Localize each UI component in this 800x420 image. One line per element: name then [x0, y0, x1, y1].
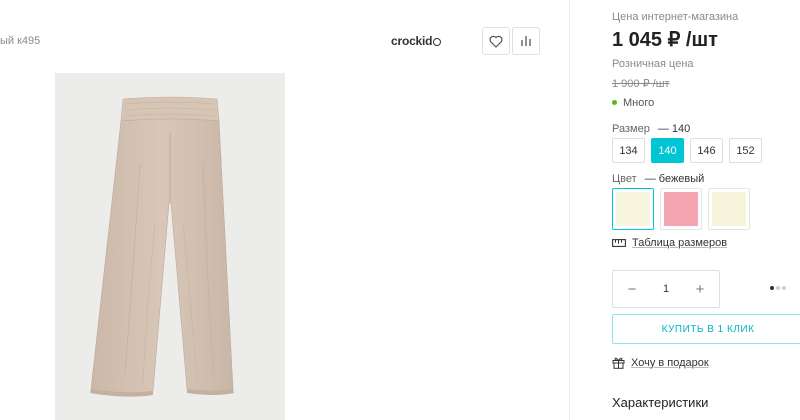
- gift-wish-link[interactable]: Хочу в подарок: [612, 356, 709, 369]
- stock-status: Много: [612, 97, 654, 109]
- product-gallery-panel: ый к495 crockid: [0, 0, 570, 420]
- online-price-label: Цена интернет-магазина: [612, 11, 739, 23]
- loading-dots-icon: [770, 286, 786, 290]
- color-swatch-fill: [712, 192, 746, 226]
- size-label: Размер — 140: [612, 123, 690, 135]
- quantity-value[interactable]: 1: [663, 283, 669, 295]
- product-photo[interactable]: [55, 73, 285, 420]
- pants-illustration: [55, 73, 285, 420]
- color-swatch-beige[interactable]: [612, 188, 654, 230]
- heart-icon: [489, 35, 503, 48]
- brand-mark-icon: [433, 37, 442, 46]
- size-label-text: Размер: [612, 123, 650, 135]
- size-selected: — 140: [657, 123, 691, 135]
- size-option-134[interactable]: 134: [612, 138, 645, 163]
- color-swatch-fill: [664, 192, 698, 226]
- color-swatch-cream[interactable]: [708, 188, 750, 230]
- color-swatch-pink[interactable]: [660, 188, 702, 230]
- gift-wish-label: Хочу в подарок: [631, 356, 709, 369]
- ruler-icon: [612, 239, 626, 247]
- buy-one-click-button[interactable]: КУПИТЬ В 1 КЛИК: [612, 314, 800, 344]
- size-options: 134 140 146 152: [612, 138, 762, 163]
- color-selected: — бежевый: [644, 173, 705, 185]
- compare-button[interactable]: [512, 27, 540, 55]
- size-option-152[interactable]: 152: [729, 138, 762, 163]
- product-article: ый к495: [0, 35, 41, 47]
- color-options: [612, 188, 750, 230]
- retail-price-label: Розничная цена: [612, 58, 694, 70]
- purchase-panel: Цена интернет-магазина 1 045 ₽ /шт Розни…: [571, 0, 800, 420]
- stock-text: Много: [623, 97, 655, 109]
- size-option-146[interactable]: 146: [690, 138, 723, 163]
- specs-heading[interactable]: Характеристики: [612, 395, 708, 410]
- quantity-stepper: − 1 +: [612, 270, 720, 308]
- brand-logo[interactable]: crockid: [391, 34, 442, 48]
- color-label-text: Цвет: [612, 173, 637, 185]
- size-table-link[interactable]: Таблица размеров: [612, 237, 727, 249]
- brand-name: crockid: [391, 34, 433, 48]
- retail-price: 1 900 ₽ /шт: [612, 78, 670, 90]
- size-table-label: Таблица размеров: [632, 237, 728, 249]
- color-label: Цвет — бежевый: [612, 173, 704, 185]
- quantity-decrement-button[interactable]: −: [625, 281, 639, 298]
- stock-dot-icon: [612, 100, 617, 105]
- color-swatch-fill: [616, 192, 650, 226]
- size-option-140[interactable]: 140: [651, 138, 684, 163]
- quantity-increment-button[interactable]: +: [693, 281, 707, 298]
- online-price: 1 045 ₽ /шт: [612, 29, 718, 51]
- favorite-button[interactable]: [482, 27, 510, 55]
- bar-chart-icon: [521, 36, 531, 46]
- gift-icon: [612, 357, 625, 369]
